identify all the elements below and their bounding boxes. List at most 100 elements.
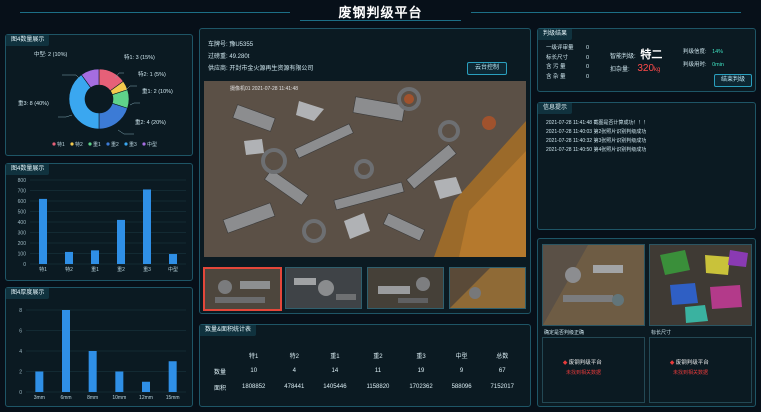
bar (168, 361, 177, 392)
weight-row: 过磅重: 49.280t (208, 51, 249, 60)
legend-label: 重1 (93, 141, 101, 148)
pie-panel-title: 图4数量展示 (6, 35, 50, 46)
table-cell: 588096 (451, 384, 472, 390)
pie-label-zhong3: 重3: 8 (40%) (18, 99, 49, 107)
photo-thumbnail-1[interactable] (203, 267, 282, 311)
result-panel: 判级结果 一级评审量 0 标长尺寸 0 含 污 量 0 含 杂 量 0 智能判级: 特二… (537, 28, 756, 92)
bar (91, 250, 99, 264)
stats-header-cell: 特2 (289, 353, 299, 360)
ptz-control-button[interactable]: 云台控制 (467, 62, 507, 75)
legend-swatch (70, 142, 74, 146)
message-time: 2021-07-28 11:40:03 (546, 129, 593, 135)
result-title: 判级结果 (538, 29, 573, 40)
y-tick-label: 2 (19, 370, 22, 376)
x-tick-label: 3mm (34, 395, 45, 401)
bar-panel: 图4数量展示 0 100 200 300 400 500 600 700 800 特1 特2 重1 重2… (5, 163, 193, 281)
table-cell: 7152017 (490, 384, 514, 390)
review-image-right[interactable] (649, 244, 752, 326)
bar (117, 219, 125, 264)
table-cell: 1405446 (323, 384, 347, 390)
result-left-value: 0 (586, 45, 590, 51)
message-text: 第3张照片识别判级成功 (593, 138, 647, 144)
message-text: 截图是否计算成功！！！ (593, 120, 649, 126)
photo-thumbnail-4[interactable] (449, 267, 526, 309)
stats-header-cell: 重1 (330, 353, 340, 360)
list-item: 2021-07-28 11:40:32 第3张照片识别判级成功 (546, 137, 648, 146)
thickness-panel: 图4厚度展示 0 2 4 6 8 3mm 6mm 8mm 10mm 12mm 15mm (5, 287, 193, 407)
result-left-label: 含 杂 量 (546, 73, 566, 80)
legend-swatch (88, 142, 92, 146)
legend-label: 特1 (57, 141, 65, 148)
legend-swatch (124, 142, 128, 146)
message-time: 2021-07-28 11:40:50 (546, 147, 593, 153)
page-title: 废钢判级平台 (338, 5, 423, 20)
x-tick-label: 特2 (65, 266, 73, 273)
thickness-bar-chart: 0 2 4 6 8 3mm 6mm 8mm 10mm 12mm 15mm (19, 308, 186, 401)
table-cell: 9 (459, 368, 464, 374)
table-cell: 14 (331, 368, 339, 374)
x-tick-label: 8mm (87, 395, 98, 401)
message-time: 2021-07-28 11:40:32 (546, 138, 593, 144)
thickness-panel-title: 图4厚度展示 (6, 288, 50, 299)
pie-label-te1: 特1: 3 (15%) (124, 53, 155, 61)
legend-label: 重2 (111, 141, 119, 148)
stats-header-row: 特1 特2 重1 重2 重3 中型 总数 (208, 347, 524, 363)
y-tick-label: 6 (19, 329, 22, 335)
review-box-right: ◆ 废钢判级平台 未找到相关数据 (649, 337, 752, 403)
result-left-label: 含 污 量 (546, 64, 566, 70)
legend-label: 重3 (129, 141, 137, 148)
time-row: 判级用时: 0min (683, 60, 724, 68)
bar (65, 251, 73, 264)
photo-thumbnail-2[interactable] (285, 267, 362, 309)
logo-text: 废钢判级平台 (568, 360, 602, 366)
legend-swatch (106, 142, 110, 146)
x-tick-label: 10mm (112, 395, 126, 401)
bar (143, 189, 151, 264)
table-cell: 1808852 (242, 384, 266, 390)
y-tick-label: 400 (18, 220, 27, 226)
y-tick-label: 800 (18, 178, 27, 184)
review-label-right: 标长尺寸 (651, 330, 672, 336)
table-cell: 10 (250, 368, 258, 374)
table-cell: 1158820 (366, 384, 390, 390)
message-text: 第2张照片识别判级成功 (593, 129, 647, 135)
bar (115, 371, 124, 392)
table-cell: 19 (417, 368, 425, 374)
legend-swatch (142, 142, 146, 146)
time-value: 0min (712, 62, 724, 68)
scrap-photo-main[interactable]: 摄像机01 2021-07-28 11:41:48 (204, 81, 526, 257)
supplier-label: 供应商: (208, 66, 228, 72)
photo-thumbnail-3[interactable] (367, 267, 444, 309)
list-item: 2021-07-28 11:41:48 截图是否计算成功！！！ (546, 119, 648, 128)
review-image-left[interactable] (542, 244, 645, 326)
message-list: 2021-07-28 11:41:48 截图是否计算成功！！！ 2021-07-… (546, 119, 648, 155)
table-row: 面积 1808852 478441 1405446 1158820 170236… (208, 379, 524, 395)
message-time: 2021-07-28 11:41:48 (546, 120, 593, 126)
pie-label-zhong2: 重2: 4 (20%) (135, 118, 166, 126)
pie-chart: 中型: 2 (10%) 特1: 3 (15%) 特2: 1 (5%) 重1: 2… (18, 50, 173, 148)
bar (169, 254, 177, 264)
review-panel: 确定是否判级正确 标长尺寸 ◆ 废钢判级平台 未找到相关数据 ◆ 废钢判级平台 … (537, 238, 756, 407)
x-tick-label: 特1 (39, 266, 47, 273)
bar (142, 381, 150, 392)
result-left-row: 一级评审量 0 (546, 44, 589, 54)
table-cell: 478441 (284, 384, 305, 390)
result-left-row: 含 杂 量 0 (546, 73, 589, 83)
pie-label-te2: 特2: 1 (5%) (138, 70, 166, 78)
result-left-list: 一级评审量 0 标长尺寸 0 含 污 量 0 含 杂 量 0 (546, 44, 589, 83)
weight-label: 过磅重: (208, 54, 228, 60)
supplier-value: 开封市金火源再生资源有限公司 (229, 66, 314, 72)
quantity-bar-chart: 0 100 200 300 400 500 600 700 800 特1 特2 重1 重2 重3 中型 (18, 178, 186, 273)
list-item: 2021-07-28 11:40:03 第2张照片识别判级成功 (546, 128, 648, 137)
x-tick-label: 12mm (139, 395, 153, 401)
pie-slice (98, 102, 128, 130)
stats-table-panel: 数量&面积统计表 特1 特2 重1 重2 重3 中型 总数 数量 10 4 14… (199, 324, 531, 407)
pie-label-zhong1: 重1: 2 (10%) (142, 87, 173, 95)
time-label: 判级用时: (683, 62, 707, 68)
table-row: 数量 10 4 14 11 19 9 67 (208, 363, 524, 379)
end-grading-button[interactable]: 结束判级 (714, 74, 752, 87)
deduct-value: 320 (637, 63, 655, 74)
stats-table-title: 数量&面积统计表 (200, 325, 257, 336)
weight-value: 49.280t (229, 54, 250, 60)
supplier-row: 供应商: 开封市金火源再生资源有限公司 (208, 63, 313, 72)
